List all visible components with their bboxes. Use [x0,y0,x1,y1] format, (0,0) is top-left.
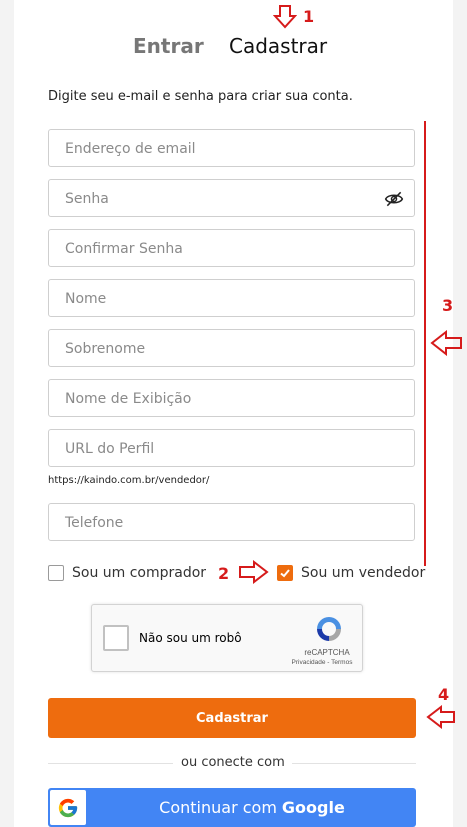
password-placeholder: Senha [65,191,109,207]
google-prefix: Continuar com [159,798,277,817]
annotation-arrow-right-icon [239,560,269,584]
annotation-bracket-line [424,121,426,566]
checkmark-icon [280,569,290,578]
google-button-text: Continuar com Google [88,788,416,827]
recaptcha-label: Não sou um robô [139,631,242,645]
email-field[interactable]: Endereço de email [48,129,415,167]
profile-url-field[interactable]: URL do Perfil [48,429,415,467]
annotation-arrow-left-icon [430,330,462,356]
eye-slash-icon[interactable] [384,190,404,208]
email-placeholder: Endereço de email [65,141,196,157]
google-brand: Google [281,798,345,817]
google-logo-icon [58,798,78,818]
tab-entrar[interactable]: Entrar [133,34,204,58]
display-name-placeholder: Nome de Exibição [65,391,192,407]
phone-placeholder: Telefone [65,515,124,531]
instruction-text: Digite seu e-mail e senha para criar sua… [48,89,353,104]
confirm-password-field[interactable]: Confirmar Senha [48,229,415,267]
seller-checkbox[interactable] [277,565,293,581]
google-logo-box [50,790,86,825]
google-signin-button[interactable]: Continuar com Google [48,788,416,827]
annotation-4: 4 [438,685,450,704]
recaptcha-widget: Não sou um robô reCAPTCHA Privacidade - … [91,604,363,672]
register-button[interactable]: Cadastrar [48,698,416,738]
recaptcha-brand: reCAPTCHA [304,648,350,657]
password-field[interactable]: Senha [48,179,415,217]
last-name-field[interactable]: Sobrenome [48,329,415,367]
annotation-arrow-down-icon [273,5,297,29]
annotation-3: 3 [442,296,454,315]
seller-label[interactable]: Sou um vendedor [301,565,425,581]
annotation-arrow-left-icon-2 [426,705,455,729]
divider-right [292,763,416,764]
confirm-password-placeholder: Confirmar Senha [65,241,183,257]
recaptcha-links[interactable]: Privacidade - Termos [282,659,362,666]
first-name-placeholder: Nome [65,291,107,307]
annotation-1: 1 [303,7,315,26]
divider-text: ou conecte com [181,755,285,770]
recaptcha-checkbox[interactable] [103,625,129,651]
profile-url-placeholder: URL do Perfil [65,441,155,457]
profile-url-hint: https://kaindo.com.br/vendedor/ [48,475,210,486]
tab-cadastrar[interactable]: Cadastrar [229,34,327,58]
first-name-field[interactable]: Nome [48,279,415,317]
buyer-checkbox[interactable] [48,565,64,581]
annotation-2: 2 [218,564,230,583]
phone-field[interactable]: Telefone [48,503,415,541]
last-name-placeholder: Sobrenome [65,341,146,357]
display-name-field[interactable]: Nome de Exibição [48,379,415,417]
recaptcha-logo-icon [317,617,341,641]
buyer-label[interactable]: Sou um comprador [72,565,206,581]
divider-left [48,763,173,764]
